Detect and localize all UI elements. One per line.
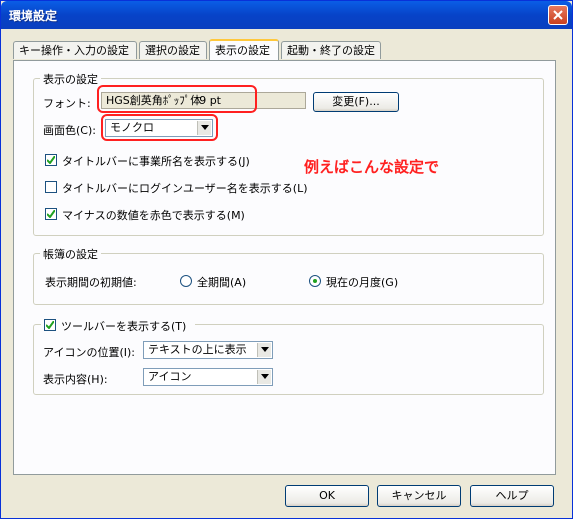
show-toolbar-label: ツールバーを表示する(T) [61,320,187,333]
tab-selection[interactable]: 選択の設定 [139,41,207,59]
show-office-name-label: タイトルバーに事業所名を表示する(J) [62,155,250,168]
close-button[interactable] [548,5,568,25]
window-title: 環境設定 [9,9,58,23]
current-month-label: 現在の月度(G) [326,276,399,289]
change-font-button[interactable]: 変更(F)... [313,92,399,112]
negative-red-checkbox[interactable] [45,208,57,220]
checkmark-icon [47,210,55,218]
cancel-button[interactable]: キャンセル [377,485,461,507]
current-month-radio[interactable] [309,275,321,287]
all-period-radio[interactable] [180,275,192,287]
annotation-text: 例えばこんな設定で [304,158,440,176]
checkmark-icon [47,156,55,164]
title-bar[interactable]: 環境設定 [1,1,572,29]
chevron-down-icon [257,343,271,357]
icon-position-label: アイコンの位置(I): [43,346,135,359]
all-period-label: 全期間(A) [197,276,247,289]
screen-color-label: 画面色(C): [43,124,96,137]
show-toolbar-checkbox[interactable] [44,319,56,331]
tab-startup-exit[interactable]: 起動・終了の設定 [281,41,381,59]
icon-position-select[interactable]: テキストの上に表示 [143,341,273,359]
period-label: 表示期間の初期値: [45,276,137,289]
display-group-label: 表示の設定 [40,71,101,87]
ledger-group-label: 帳簿の設定 [40,246,101,262]
show-login-user-label: タイトルバーにログインユーザー名を表示する(L) [62,182,308,195]
show-login-user-checkbox[interactable] [45,181,57,193]
tab-key-input[interactable]: キー操作・入力の設定 [13,41,137,59]
negative-red-label: マイナスの数値を赤色で表示する(M) [62,209,245,222]
show-office-name-checkbox[interactable] [45,154,57,166]
toolbar-group-header: ツールバーを表示する(T) [41,318,195,333]
icon-position-value: テキストの上に表示 [148,343,247,356]
display-content-label: 表示内容(H): [43,373,108,386]
display-content-select[interactable]: アイコン [143,368,273,386]
settings-dialog: 環境設定 キー操作・入力の設定 選択の設定 表示の設定 起動・終了の設定 表示の… [0,0,573,519]
font-label: フォント: [43,97,91,110]
tab-display[interactable]: 表示の設定 [209,39,279,60]
close-icon [553,10,563,20]
display-content-value: アイコン [148,370,192,383]
ok-button[interactable]: OK [285,485,369,507]
chevron-down-icon [257,370,271,384]
font-highlight-annotation [97,85,257,113]
color-highlight-annotation [101,114,218,141]
help-button[interactable]: ヘルプ [470,485,554,507]
checkmark-icon [46,321,54,329]
